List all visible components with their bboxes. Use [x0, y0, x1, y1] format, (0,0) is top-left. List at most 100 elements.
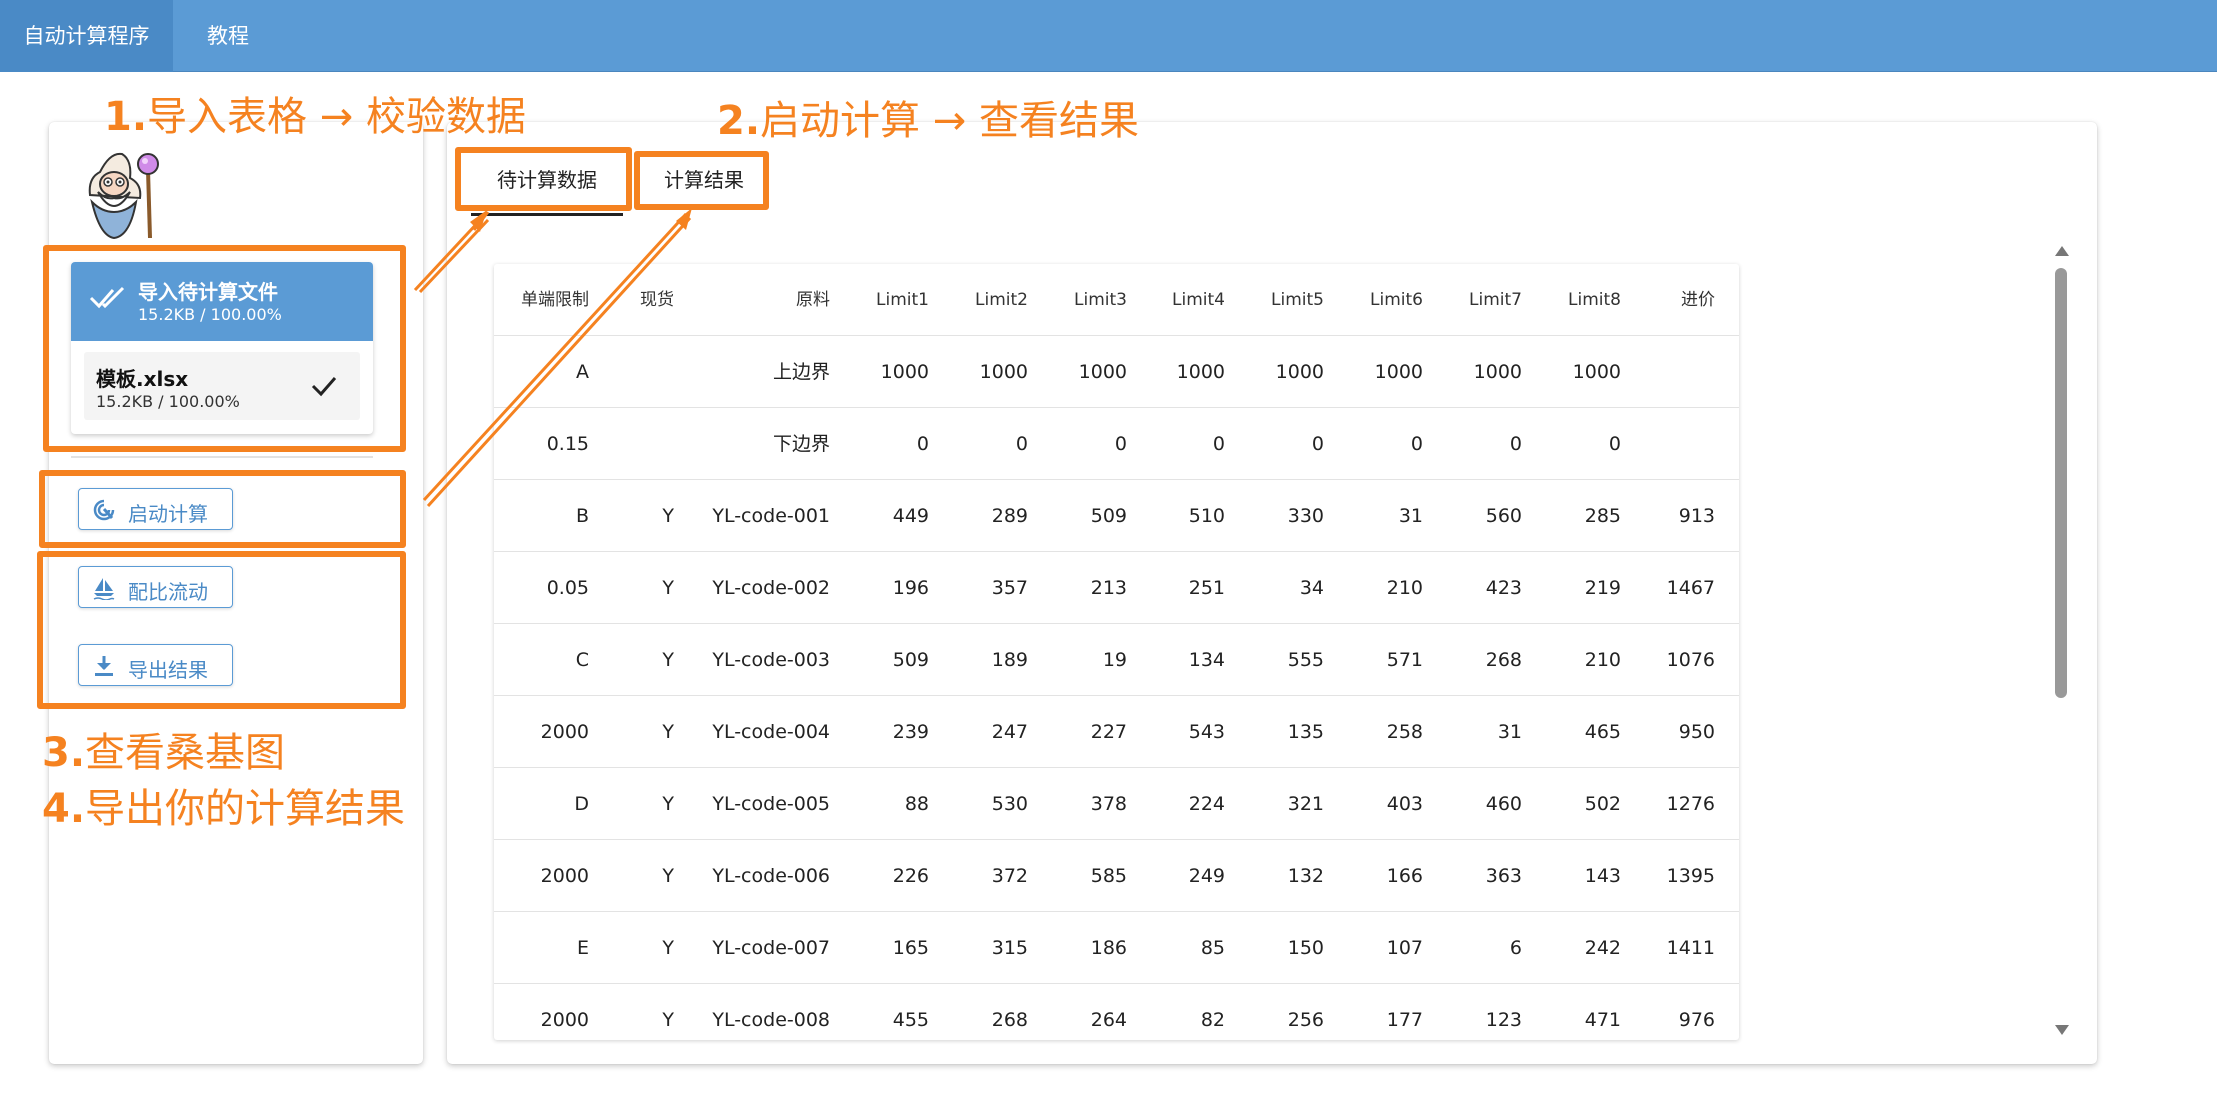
- cell-spot: Y: [662, 865, 674, 887]
- cell-limit6: 166: [1386, 865, 1423, 887]
- cell-spot: Y: [662, 649, 674, 671]
- cell-limit3: 19: [1102, 649, 1127, 671]
- cell-limit6: 31: [1398, 505, 1423, 527]
- cell-limit6: 177: [1386, 1009, 1423, 1031]
- scrollbar-thumb[interactable]: [2055, 268, 2067, 698]
- cell-limit6: 403: [1386, 793, 1423, 815]
- cell-limit4: 510: [1188, 505, 1225, 527]
- cell-limit5: 150: [1287, 937, 1324, 959]
- cell-limit3: 509: [1090, 505, 1127, 527]
- cell-price: [1655, 336, 1715, 408]
- cell-limit7: 560: [1485, 505, 1522, 527]
- cell-price: 950: [1678, 721, 1715, 743]
- cell-spot: Y: [662, 505, 674, 527]
- cell-spot: [614, 336, 674, 408]
- cell-limit7: 31: [1497, 721, 1522, 743]
- header-price: 进价: [1681, 290, 1715, 310]
- cell-limit-type: 0.15: [546, 433, 589, 455]
- cell-limit4: 134: [1188, 649, 1225, 671]
- cell-limit1: 196: [892, 577, 929, 599]
- cell-limit3: 378: [1090, 793, 1127, 815]
- cell-limit8: 285: [1584, 505, 1621, 527]
- cell-limit8: 471: [1584, 1009, 1621, 1031]
- cell-limit-type: 2000: [540, 1009, 589, 1031]
- cell-limit-type: E: [576, 937, 589, 959]
- cell-limit5: 555: [1287, 649, 1324, 671]
- cell-price: 1076: [1666, 649, 1715, 671]
- annotation-box-tab-results: [634, 151, 769, 210]
- cell-spot: Y: [662, 1009, 674, 1031]
- cell-limit1: 88: [904, 793, 929, 815]
- cell-limit5: 321: [1287, 793, 1324, 815]
- cell-material: 上边界: [772, 361, 830, 383]
- cell-limit5: 330: [1287, 505, 1324, 527]
- cell-limit1: 455: [892, 1009, 929, 1031]
- cell-limit-type: B: [575, 505, 589, 527]
- cell-price: 1276: [1666, 793, 1715, 815]
- annotation-step3: 3.查看桑基图: [42, 730, 286, 776]
- cell-spot: Y: [662, 577, 674, 599]
- cell-material: 下边界: [772, 433, 830, 455]
- cell-limit2: 357: [991, 577, 1028, 599]
- header-limit-type: 单端限制: [521, 290, 589, 310]
- scroll-down-arrow-icon[interactable]: [2055, 1025, 2069, 1035]
- header-limit2: Limit2: [975, 290, 1028, 310]
- cell-limit6: 0: [1410, 433, 1423, 455]
- wizard-avatar: [88, 152, 159, 240]
- cell-material: YL-code-003: [712, 649, 830, 671]
- annotation-box-start: [39, 470, 406, 548]
- cell-limit6: 258: [1386, 721, 1423, 743]
- cell-limit1: 165: [892, 937, 929, 959]
- cell-limit-type: 0.05: [546, 577, 589, 599]
- cell-limit3: 0: [1114, 433, 1127, 455]
- cell-limit1: 1000: [880, 361, 929, 383]
- sidebar-divider: [71, 456, 373, 458]
- scroll-up-arrow-icon[interactable]: [2055, 246, 2069, 256]
- cell-material: YL-code-001: [712, 505, 830, 527]
- cell-limit4: 251: [1188, 577, 1225, 599]
- cell-limit4: 224: [1188, 793, 1225, 815]
- header-limit1: Limit1: [876, 290, 929, 310]
- cell-limit2: 189: [991, 649, 1028, 671]
- cell-limit3: 264: [1090, 1009, 1127, 1031]
- table-row: 2000 Y YL-code-008 455 268 264 82 256 177 123 471 9…: [494, 984, 1739, 1040]
- cell-limit2: 315: [991, 937, 1028, 959]
- cell-limit5: 1000: [1275, 361, 1324, 383]
- cell-limit4: 85: [1200, 937, 1225, 959]
- cell-limit4: 1000: [1176, 361, 1225, 383]
- table-row: E Y YL-code-007 165 315 186 85 150 107 6 242 1411: [494, 912, 1739, 984]
- header-limit3: Limit3: [1074, 290, 1127, 310]
- table-row: 0.05 Y YL-code-002 196 357 213 251 34 210 423 219 1…: [494, 552, 1739, 624]
- table-row: 0.15 下边界 0 0 0 0 0 0 0 0: [494, 408, 1739, 480]
- cell-limit8: 465: [1584, 721, 1621, 743]
- cell-material: YL-code-007: [712, 937, 830, 959]
- cell-limit2: 1000: [979, 361, 1028, 383]
- cell-limit6: 1000: [1374, 361, 1423, 383]
- cell-limit7: 1000: [1473, 361, 1522, 383]
- cell-limit-type: 2000: [540, 865, 589, 887]
- cell-limit-type: C: [575, 649, 589, 671]
- cell-spot: Y: [662, 793, 674, 815]
- nav-tab-tutorial[interactable]: 教程: [173, 0, 283, 72]
- header-material: 原料: [796, 290, 830, 310]
- cell-limit7: 123: [1485, 1009, 1522, 1031]
- table-row: 2000 Y YL-code-004 239 247 227 543 135 258 31 465 9…: [494, 696, 1739, 768]
- cell-limit-type: A: [576, 361, 589, 383]
- header-limit4: Limit4: [1172, 290, 1225, 310]
- nav-tab-auto-calc[interactable]: 自动计算程序: [0, 0, 173, 72]
- cell-limit8: 210: [1584, 649, 1621, 671]
- cell-material: YL-code-006: [712, 865, 830, 887]
- annotation-step4: 4.导出你的计算结果: [42, 786, 406, 832]
- header-limit8: Limit8: [1568, 290, 1621, 310]
- table-row: B Y YL-code-001 449 289 509 510 330 31 560 285 913: [494, 480, 1739, 552]
- cell-limit1: 239: [892, 721, 929, 743]
- cell-limit4: 0: [1212, 433, 1225, 455]
- cell-limit3: 1000: [1078, 361, 1127, 383]
- header-limit7: Limit7: [1469, 290, 1522, 310]
- cell-price: 1411: [1666, 937, 1715, 959]
- cell-price: [1655, 408, 1715, 480]
- cell-limit7: 268: [1485, 649, 1522, 671]
- cell-limit2: 247: [991, 721, 1028, 743]
- table-header-row: 单端限制 现货 原料 Limit1 Limit2 Limit3 Limit4 Limit5 Li…: [494, 264, 1739, 336]
- cell-limit4: 543: [1188, 721, 1225, 743]
